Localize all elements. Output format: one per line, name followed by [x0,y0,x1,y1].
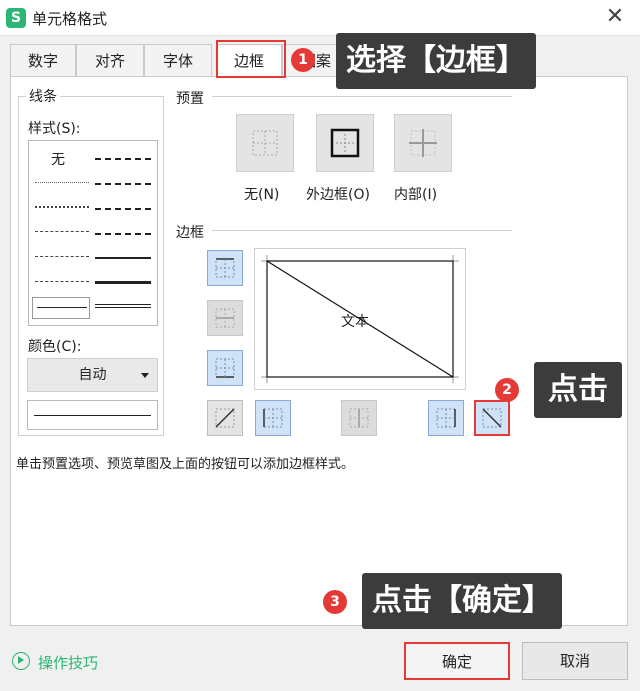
tab-alignment[interactable]: 对齐 [76,44,144,76]
style-label: 样式(S): [28,121,81,137]
ok-button[interactable]: 确定 [404,642,510,680]
dropdown-arrow-icon [141,373,149,378]
border-top-button[interactable] [207,250,243,286]
step-2-badge: 2 [495,378,519,402]
line-group-title: 线条 [26,86,60,106]
inside-border-icon [409,129,437,157]
diagonal-down-border-icon [482,408,502,428]
line-style-medium[interactable] [95,257,151,259]
line-style-thin-selected[interactable] [32,297,90,319]
preset-none-label: 无(N) [244,187,280,203]
line-style-thin [37,307,87,308]
top-border-icon [215,258,235,278]
no-border-icon [252,130,278,156]
border-inside-vertical-button[interactable] [341,400,377,436]
preset-group-title: 预置 [176,88,208,108]
preset-none-button[interactable] [236,114,294,172]
tab-number[interactable]: 数字 [10,44,76,76]
tab-font[interactable]: 字体 [144,44,212,76]
line-color-preview [27,400,158,430]
line-style-hair[interactable] [35,182,89,183]
preset-divider [212,96,512,97]
line-style-dotted[interactable] [35,206,89,208]
border-diagonal-up-button[interactable] [207,400,243,436]
format-cells-dialog: S 单元格格式 ✕ 数字 对齐 字体 边框 图案 保护 线条 样式(S): 无 … [0,0,640,691]
inside-vertical-border-icon [349,408,369,428]
tips-link[interactable]: 操作技巧 [38,652,98,673]
step-1-badge: 1 [291,48,315,72]
preview-sample-text: 文本 [341,314,369,330]
line-style-double[interactable] [95,304,151,308]
cancel-button[interactable]: 取消 [522,642,628,680]
line-style-medium-dash-dot[interactable] [95,208,151,210]
line-style-medium-dash-dot-dot[interactable] [95,158,151,160]
outline-border-icon [330,128,360,158]
bottom-border-icon [215,358,235,378]
play-circle-icon[interactable] [12,652,30,670]
right-border-icon [436,408,456,428]
line-style-thick[interactable] [95,281,151,284]
preset-inside-label: 内部(I) [394,187,438,203]
inside-horizontal-border-icon [215,308,235,328]
color-dropdown[interactable]: 自动 [27,358,158,392]
step-2-callout: 点击 [534,362,622,418]
step-3-badge: 3 [323,590,347,614]
step-3-callout: 点击【确定】 [362,573,562,629]
border-left-button[interactable] [255,400,291,436]
preset-inside-button[interactable] [394,114,452,172]
line-style-none[interactable]: 无 [51,149,65,169]
border-diagonal-down-button[interactable] [474,400,510,436]
title-bar: S 单元格格式 ✕ [0,0,640,36]
hint-text: 单击预置选项、预览草图及上面的按钮可以添加边框样式。 [16,457,355,472]
border-group-title: 边框 [176,222,208,242]
line-style-dash-dot[interactable] [35,256,89,257]
line-style-dash-dot-dot[interactable] [35,231,89,232]
preset-outline-button[interactable] [316,114,374,172]
wps-spreadsheet-icon: S [6,8,26,28]
border-right-button[interactable] [428,400,464,436]
line-style-slant-dash-dot[interactable] [95,183,151,185]
border-inside-horizontal-button[interactable] [207,300,243,336]
border-divider [212,230,512,231]
line-style-dashed[interactable] [35,281,89,282]
step-1-callout: 选择【边框】 [336,33,536,89]
dialog-title: 单元格格式 [32,10,108,28]
diagonal-up-border-icon [215,408,235,428]
border-bottom-button[interactable] [207,350,243,386]
preset-outline-label: 外边框(O) [306,187,370,203]
color-label: 颜色(C): [28,339,82,355]
line-style-medium-dashed[interactable] [95,233,151,235]
line-style-list[interactable]: 无 [28,140,158,326]
close-button[interactable]: ✕ [602,4,628,30]
left-border-icon [263,408,283,428]
color-value: 自动 [78,367,107,383]
border-tab-highlight [216,40,286,78]
